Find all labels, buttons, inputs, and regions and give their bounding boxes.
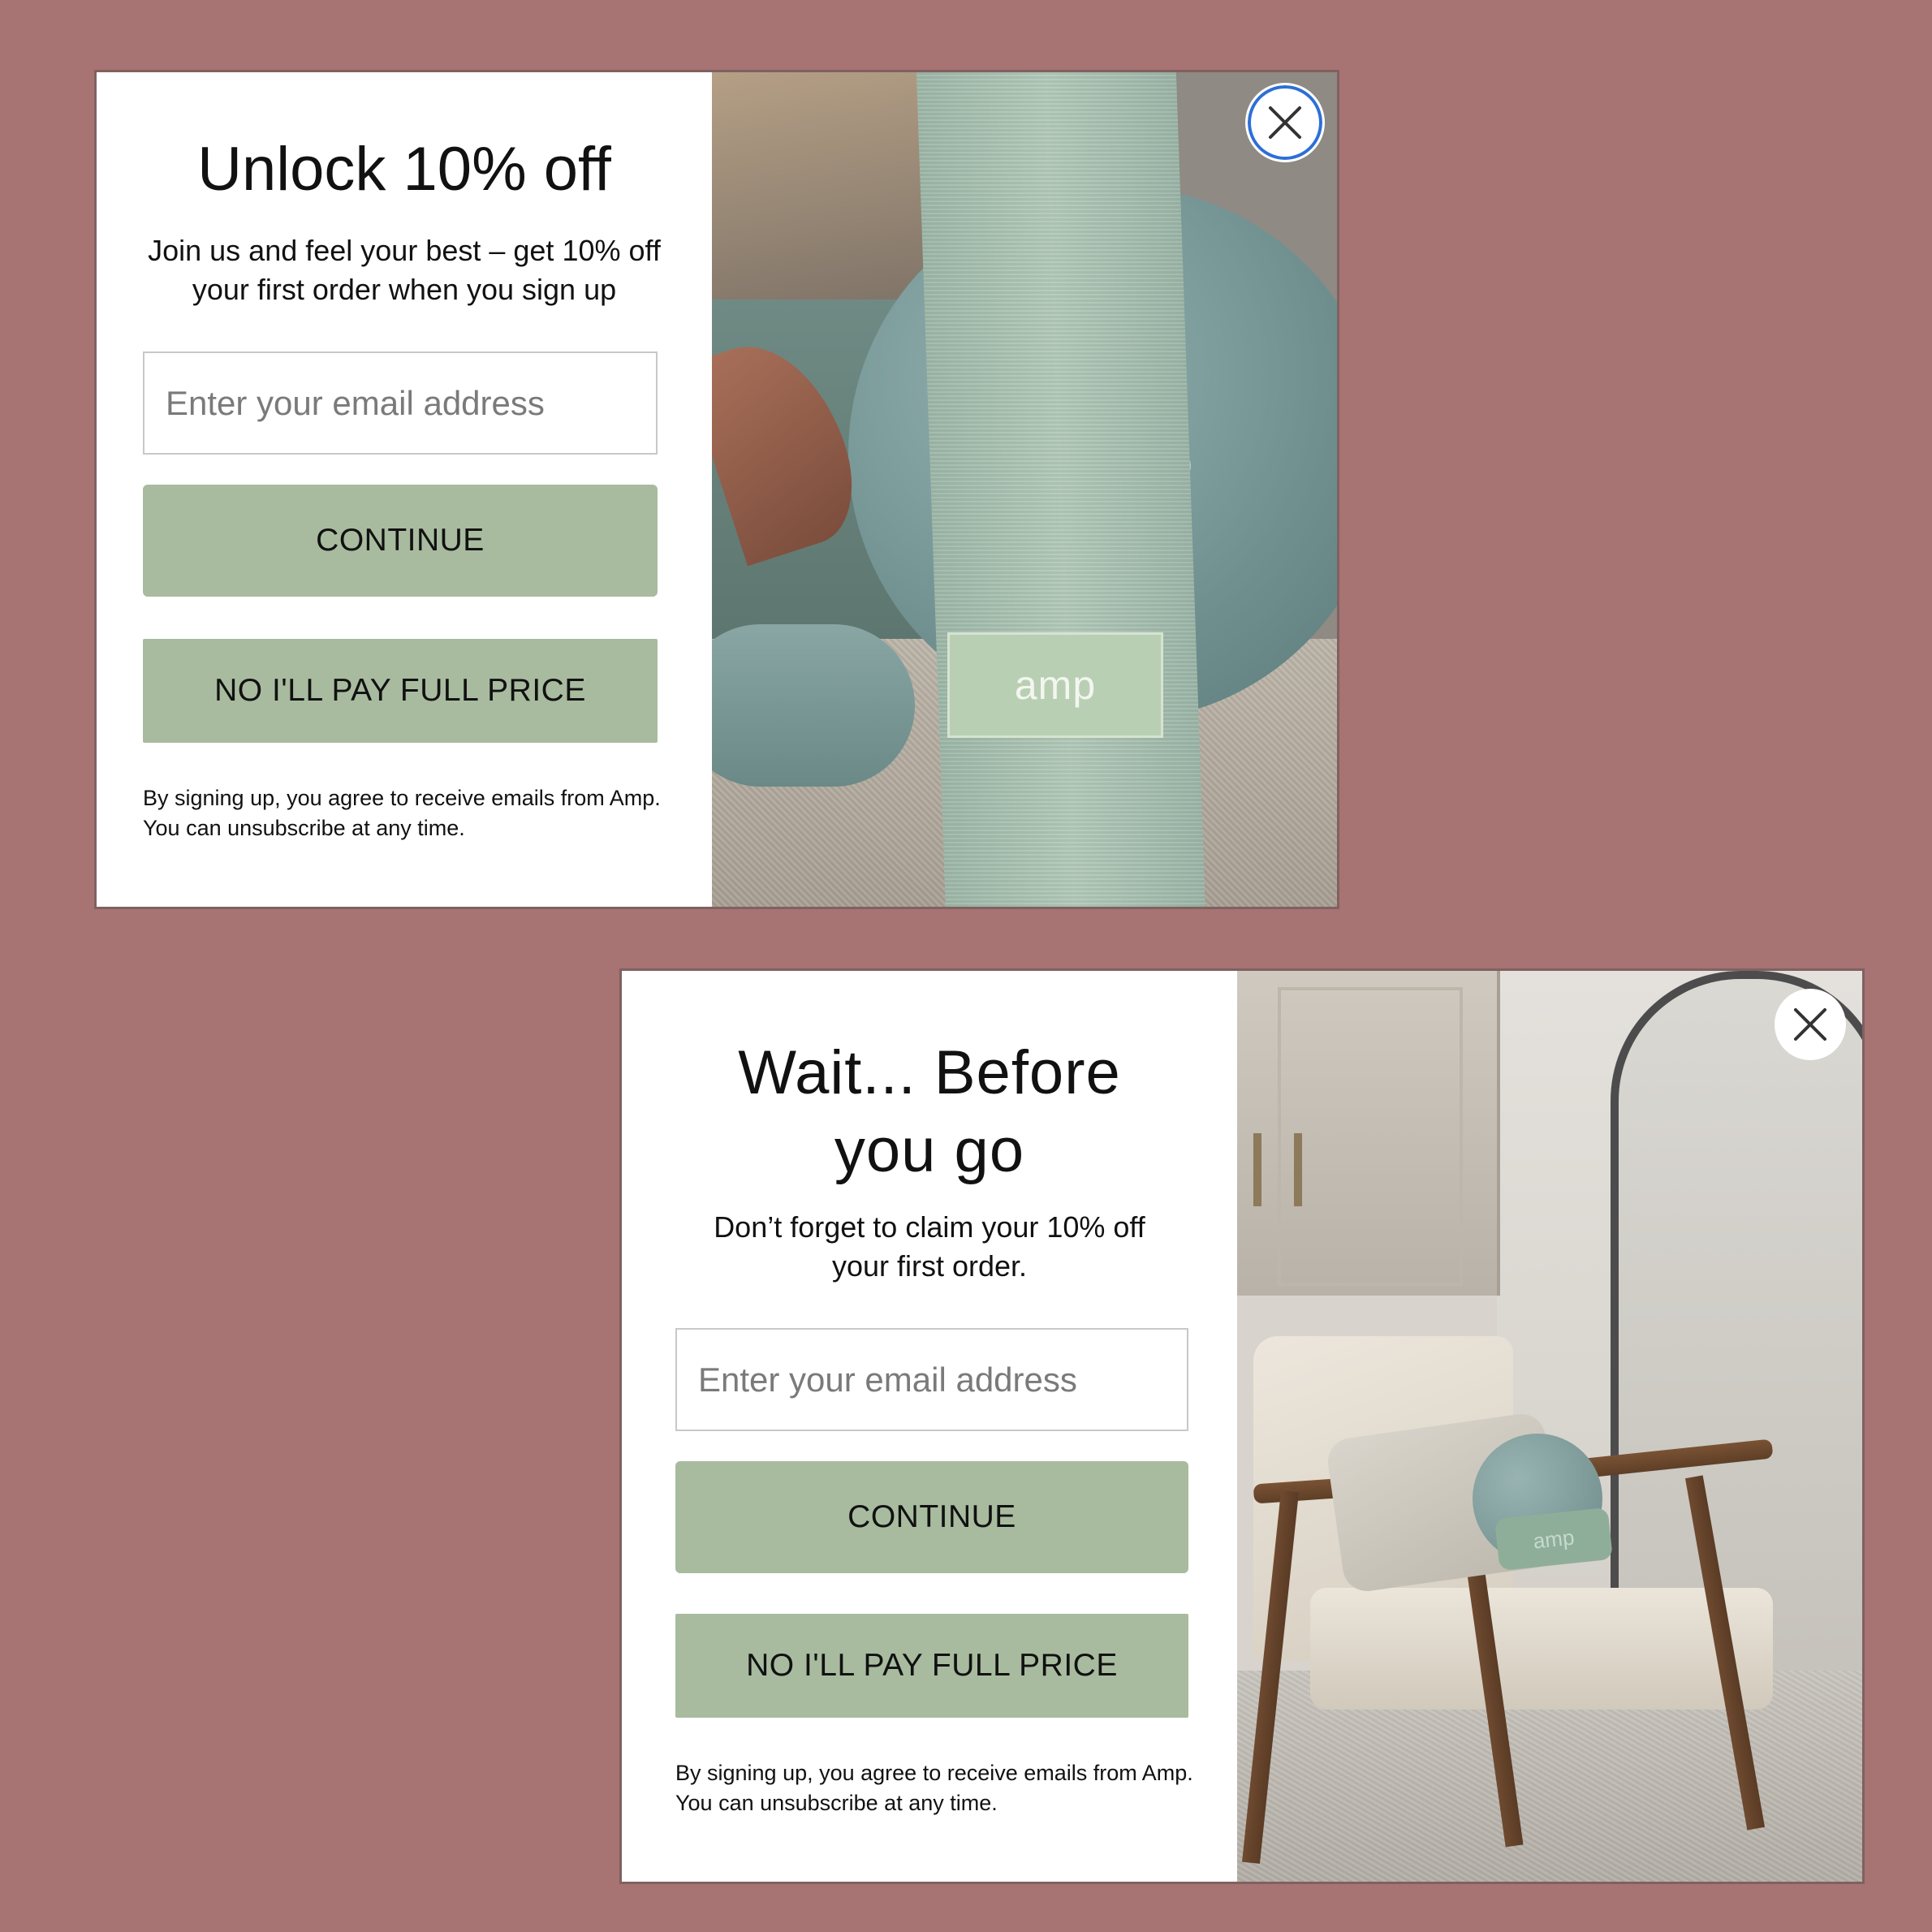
email-input[interactable] <box>143 351 658 455</box>
decline-full-price-button[interactable]: NO I'LL PAY FULL PRICE <box>675 1614 1188 1718</box>
consent-disclaimer: By signing up, you agree to receive emai… <box>675 1761 1193 1815</box>
form-panel: Wait... Before you go Don’t forget to cl… <box>622 971 1237 1882</box>
photo-dumbbell <box>712 624 915 787</box>
close-icon <box>1269 106 1301 139</box>
photo-resistance-band <box>916 72 1206 907</box>
photo-band-label: amp <box>947 632 1163 738</box>
decline-full-price-button[interactable]: NO I'LL PAY FULL PRICE <box>143 639 658 743</box>
signup-popup-unlock: Unlock 10% off Join us and feel your bes… <box>97 72 1337 907</box>
popup-headline: Wait... Before you go <box>738 1038 1121 1185</box>
close-icon <box>1794 1008 1826 1041</box>
photo-wall <box>712 72 923 316</box>
photo-cabinet <box>1237 971 1500 1296</box>
photo-cabinet-handle <box>1294 1133 1302 1206</box>
close-button[interactable] <box>1246 84 1324 162</box>
email-input[interactable] <box>675 1328 1188 1431</box>
photo-cabinet-door <box>1278 987 1463 1286</box>
photo-cabinet-handle <box>1253 1133 1261 1206</box>
continue-button[interactable]: CONTINUE <box>675 1461 1188 1573</box>
form-panel: Unlock 10% off Join us and feel your bes… <box>97 72 712 907</box>
signup-popup-wait: Wait... Before you go Don’t forget to cl… <box>622 971 1862 1882</box>
close-button[interactable] <box>1775 989 1846 1060</box>
product-photo-ball-band: amp amp <box>712 72 1337 907</box>
popup-subtext: Don’t forget to claim your 10% off your … <box>714 1210 1145 1283</box>
popup-subtext: Join us and feel your best – get 10% off… <box>148 234 661 306</box>
photo-chair-seat <box>1310 1588 1773 1710</box>
consent-disclaimer: By signing up, you agree to receive emai… <box>143 786 661 840</box>
continue-button[interactable]: CONTINUE <box>143 485 658 597</box>
popup-headline: Unlock 10% off <box>197 135 611 204</box>
product-photo-chair: amp <box>1237 971 1862 1882</box>
